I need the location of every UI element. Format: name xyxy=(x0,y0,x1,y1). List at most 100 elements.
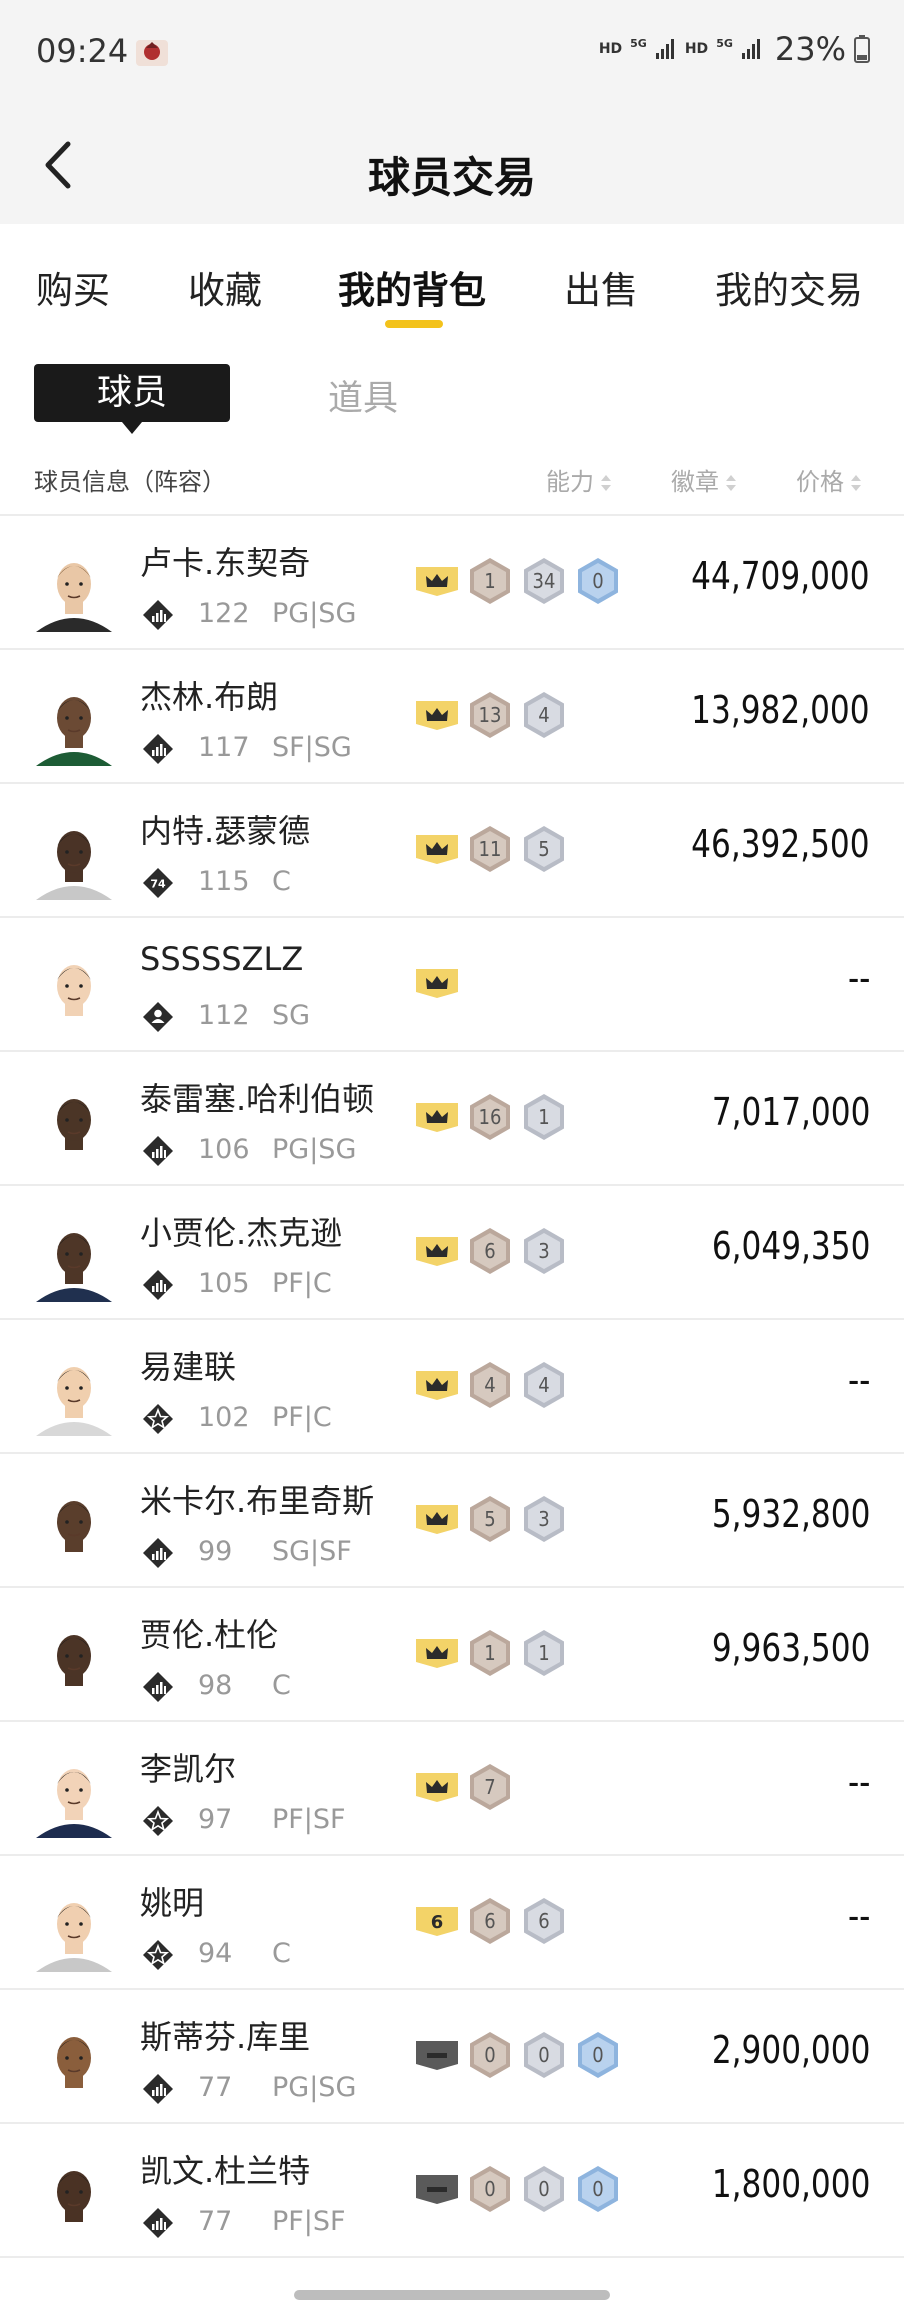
badge-bronze: 4 xyxy=(466,1360,514,1410)
player-row[interactable]: 斯蒂芬.库里 77 PG|SG 0 0 0 2,900,000 xyxy=(0,1990,904,2124)
player-price: 44,709,000 xyxy=(691,554,870,598)
player-price: -- xyxy=(847,956,870,1000)
badge-group: 16 1 xyxy=(414,1092,568,1142)
tab-buy[interactable]: 购买 xyxy=(36,260,110,314)
badge-blue: 0 xyxy=(574,2164,622,2214)
hd-indicator-2: HD xyxy=(684,41,709,57)
badge-silver: 5 xyxy=(520,824,568,874)
battery-icon xyxy=(854,35,870,63)
badge-silver: 1 xyxy=(520,1628,568,1678)
home-indicator[interactable] xyxy=(294,2290,610,2300)
star-icon xyxy=(143,1806,173,1836)
player-avatar xyxy=(32,1084,116,1168)
player-avatar xyxy=(32,950,116,1034)
player-name: 贾伦.杜伦 xyxy=(140,1616,279,1654)
player-avatar xyxy=(32,1486,116,1570)
badge-count: 16 xyxy=(478,1105,502,1129)
badge-count: 3 xyxy=(538,1507,550,1531)
player-avatar xyxy=(32,2022,116,2106)
badge-group: 11 5 xyxy=(414,824,568,874)
crown-icon xyxy=(416,1639,458,1668)
player-row[interactable]: 杰林.布朗 117 SF|SG 13 4 13,982,000 xyxy=(0,650,904,784)
tab-favorites[interactable]: 收藏 xyxy=(188,260,262,314)
badge-count: 6 xyxy=(538,1909,550,1933)
badge-bronze: 1 xyxy=(466,1628,514,1678)
badge-bronze: 6 xyxy=(466,1896,514,1946)
player-price: -- xyxy=(847,1358,870,1402)
column-badges[interactable]: 徽章 xyxy=(671,462,737,497)
player-row[interactable]: 贾伦.杜伦 98 C 1 1 9,963,500 xyxy=(0,1588,904,1722)
column-price-label: 价格 xyxy=(796,468,844,496)
person-icon xyxy=(143,1002,173,1032)
badge-group: 13 4 xyxy=(414,690,568,740)
player-name: 杰林.布朗 xyxy=(140,678,279,716)
player-position: PF|C xyxy=(272,1268,332,1299)
badge-group: 44 xyxy=(414,1360,568,1410)
subtab-players[interactable]: 球员 xyxy=(34,364,230,434)
player-row[interactable]: 姚明 94 C 6 6 6 -- xyxy=(0,1856,904,1990)
column-ability[interactable]: 能力 xyxy=(546,462,612,497)
column-price[interactable]: 价格 xyxy=(796,462,862,497)
badge-count: 3 xyxy=(538,1239,550,1263)
player-avatar xyxy=(32,1888,116,1972)
seventy-four-icon: 74 xyxy=(143,868,173,898)
player-rating: 105 xyxy=(198,1268,250,1299)
player-row[interactable]: 内特.瑟蒙德 74 115 C 11 5 46,392,500 xyxy=(0,784,904,918)
player-position: PF|SF xyxy=(272,2206,346,2237)
tab-sell[interactable]: 出售 xyxy=(564,260,638,314)
badge-count: 4 xyxy=(484,1373,496,1397)
player-row[interactable]: 卢卡.东契奇 122 PG|SG 1 34 0 44,709,000 xyxy=(0,516,904,650)
player-row[interactable]: 李凯尔 97 PF|SF 7 -- xyxy=(0,1722,904,1856)
player-price: 1,800,000 xyxy=(711,2162,870,2206)
player-row[interactable]: SSSSSZLZ 112 SG -- xyxy=(0,918,904,1052)
player-row[interactable]: 泰雷塞.哈利伯顿 106 PG|SG 16 1 7,017,000 xyxy=(0,1052,904,1186)
chart-icon xyxy=(143,1270,173,1300)
crown-icon xyxy=(416,701,458,730)
tab-my-backpack[interactable]: 我的背包 xyxy=(338,260,486,314)
status-time: 09:24 xyxy=(36,32,129,70)
player-row[interactable]: 米卡尔.布里奇斯 99 SG|SF 5 3 5,932,800 xyxy=(0,1454,904,1588)
badge-group: 11 xyxy=(414,1628,568,1678)
rank-six-icon: 6 xyxy=(416,1907,458,1936)
app-notification-icon xyxy=(136,40,168,66)
badge-bronze: 16 xyxy=(466,1092,514,1142)
crown-icon xyxy=(416,969,458,998)
player-rating: 117 xyxy=(198,732,250,763)
player-row[interactable]: 凯文.杜兰特 77 PF|SF 0 0 0 1,800,000 xyxy=(0,2124,904,2258)
player-position: SG xyxy=(272,1000,311,1031)
crown-icon xyxy=(416,1773,458,1802)
badge-count: 0 xyxy=(538,2177,550,2201)
player-position: C xyxy=(272,1670,291,1701)
badge-silver: 6 xyxy=(520,1896,568,1946)
fiveg-indicator: 5G xyxy=(630,36,647,50)
subtab-items[interactable]: 道具 xyxy=(328,370,398,421)
chart-icon xyxy=(143,1538,173,1568)
tab-my-trades[interactable]: 我的交易 xyxy=(715,260,863,314)
player-rating: 112 xyxy=(198,1000,250,1031)
svg-text:6: 6 xyxy=(431,1912,444,1933)
player-row[interactable]: 易建联 102 PF|C 4 4 -- xyxy=(0,1320,904,1454)
signal-icon xyxy=(655,39,674,59)
status-bar: 09:24 HD 5G HD 5G 23% xyxy=(0,0,904,104)
player-rating: 97 xyxy=(198,1804,233,1835)
hd-indicator: HD xyxy=(598,41,623,57)
player-row[interactable]: 小贾伦.杰克逊 105 PF|C 6 3 6,049,350 xyxy=(0,1186,904,1320)
badge-silver: 34 xyxy=(520,556,568,606)
badge-silver: 0 xyxy=(520,2030,568,2080)
top-tabs: 购买 收藏 我的背包 出售 我的交易 xyxy=(0,224,904,330)
badge-group: 0 0 0 xyxy=(414,2030,622,2080)
badge-count: 0 xyxy=(592,2043,604,2067)
player-price: 9,963,500 xyxy=(711,1626,870,1670)
player-position: PF|C xyxy=(272,1402,332,1433)
badge-count: 34 xyxy=(532,569,556,593)
player-avatar xyxy=(32,816,116,900)
player-name: 米卡尔.布里奇斯 xyxy=(140,1482,375,1520)
crown-icon xyxy=(416,1505,458,1534)
player-avatar xyxy=(32,682,116,766)
badge-group: 0 0 0 xyxy=(414,2164,622,2214)
player-rating: 99 xyxy=(198,1536,233,1567)
column-headers: 球员信息（阵容） 能力 徽章 价格 xyxy=(0,440,904,516)
player-position: PG|SG xyxy=(272,598,357,629)
header: 球员交易 xyxy=(0,104,904,224)
player-position: C xyxy=(272,866,291,897)
